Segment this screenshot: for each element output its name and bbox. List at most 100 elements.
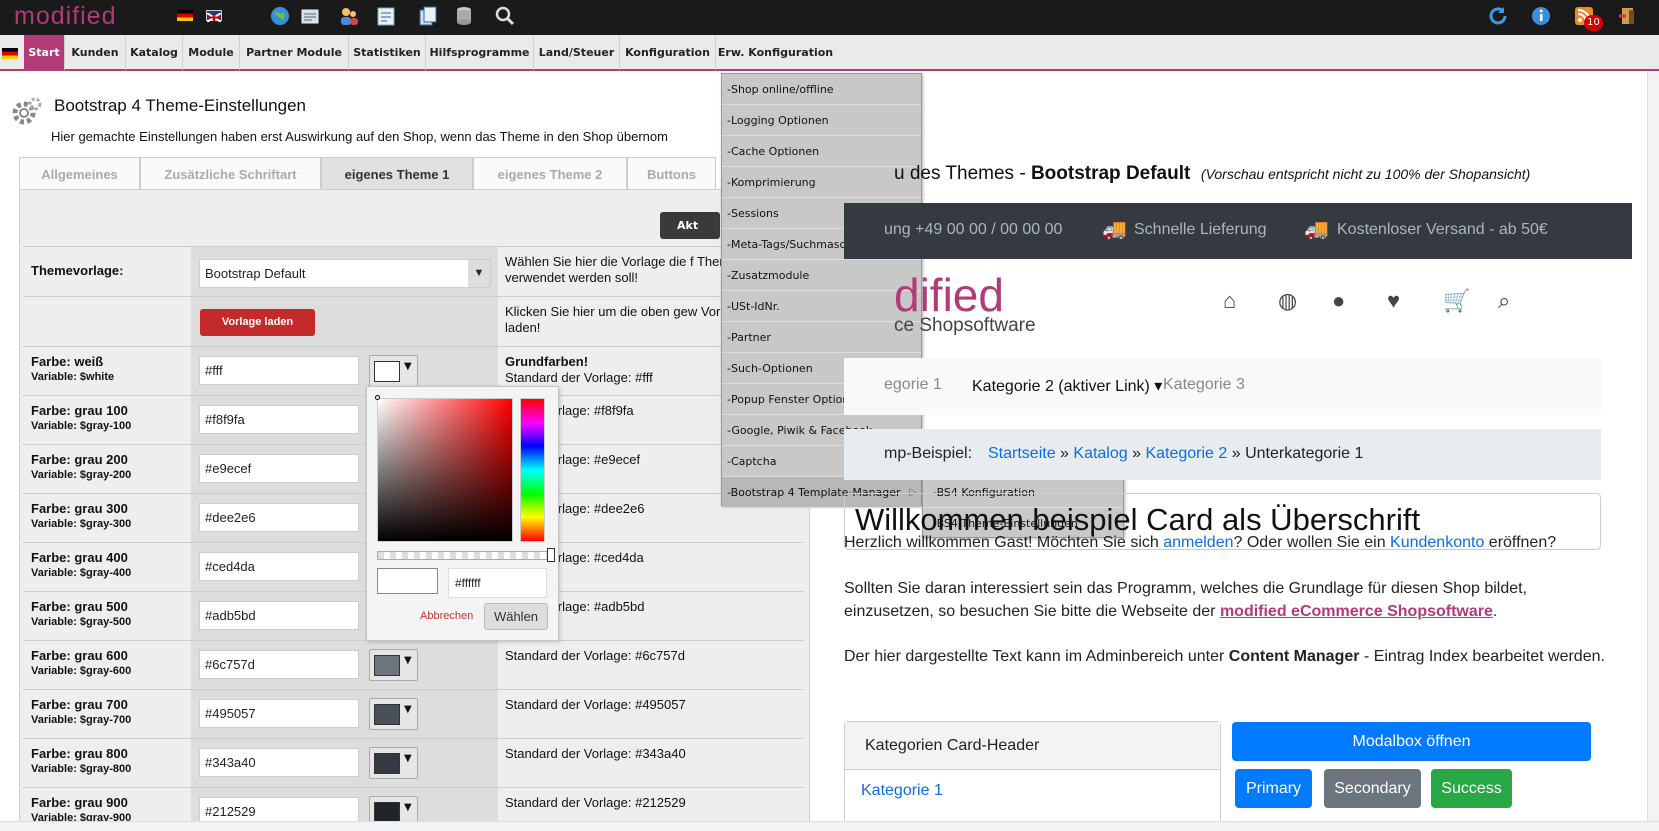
preview-shipping-text: Schnelle Lieferung [1134, 221, 1267, 238]
color-label: Farbe: grau 800 Variable: $gray-800 [23, 739, 191, 787]
success-button[interactable]: Success [1431, 769, 1512, 808]
preview-topbar: ung +49 00 00 / 00 00 00 🚚 Schnelle Lief… [844, 203, 1632, 259]
hue-slider[interactable] [520, 398, 545, 542]
menu-kunden[interactable]: Kunden [65, 35, 126, 70]
primary-button[interactable]: Primary [1235, 769, 1312, 808]
secondary-button[interactable]: Secondary [1324, 769, 1421, 808]
color-swatch-button[interactable]: ▼ [369, 698, 418, 730]
tab-allgemeines[interactable]: Allgemeines [19, 157, 140, 190]
action-button[interactable]: Akt [660, 212, 720, 239]
truck-icon: 🚚 [1304, 219, 1329, 241]
menu-partner-module[interactable]: Partner Module [240, 35, 349, 70]
nav-kategorie-1[interactable]: egorie 1 [884, 376, 942, 394]
nav-kategorie-2[interactable]: Kategorie 2 (aktiver Link) ▾ [972, 376, 1162, 396]
page-title: Bootstrap 4 Theme-Einstellungen [54, 96, 307, 115]
login-link[interactable]: anmelden [1163, 534, 1233, 551]
main-menu: Start Kunden Katalog Module Partner Modu… [0, 35, 1659, 71]
info-icon[interactable] [1529, 4, 1553, 28]
breadcrumb-kategorie-2[interactable]: Kategorie 2 [1145, 445, 1227, 462]
chevron-down-icon: ▼ [404, 704, 412, 715]
logout-icon[interactable] [1616, 4, 1640, 28]
color-value-input[interactable]: #adb5bd [199, 601, 359, 630]
color-value-input[interactable]: #ced4da [199, 552, 359, 581]
load-template-button[interactable]: Vorlage laden [200, 309, 315, 336]
color-value-input[interactable]: #fff [199, 356, 359, 385]
color-value-input[interactable]: #212529 [199, 797, 359, 823]
color-desc: Standard der Vorlage: #212529 [498, 788, 804, 823]
color-row: Farbe: grau 600 Variable: $gray-600 #6c757… [23, 640, 804, 689]
page-note: Hier gemachte Einstellungen haben erst A… [51, 129, 668, 144]
chevron-down-icon: ▼ [404, 753, 412, 764]
theme-template-row: Themevorlage: Bootstrap Default ▼ Wählen… [23, 246, 804, 296]
menu-hilfsprogramme[interactable]: Hilfsprogramme [426, 35, 534, 70]
color-label: Farbe: grau 100 Variable: $gray-100 [23, 396, 191, 444]
de-flag-icon[interactable] [177, 10, 193, 21]
color-swatch-button[interactable]: ▼ [369, 649, 418, 681]
copy-icon[interactable] [416, 4, 440, 28]
menu-konfiguration[interactable]: Konfiguration [620, 35, 716, 70]
breadcrumb: mp-Beispiel: Startseite » Katalog » Kate… [844, 429, 1601, 480]
heart-icon[interactable]: ♥ [1387, 288, 1400, 314]
color-value-input[interactable]: #343a40 [199, 748, 359, 777]
modified-link[interactable]: modified eCommerce Shopsoftware [1220, 603, 1493, 620]
color-value-input[interactable]: #6c757d [199, 650, 359, 679]
user-icon[interactable]: ● [1332, 288, 1345, 314]
logo[interactable]: modified [14, 0, 117, 32]
orders-icon[interactable] [374, 4, 398, 28]
color-value-input[interactable]: #e9ecef [199, 454, 359, 483]
globe-icon[interactable]: ◍ [1278, 288, 1297, 314]
tab-eigenes-theme-1[interactable]: eigenes Theme 1 [321, 157, 473, 190]
color-label: Farbe: grau 600 Variable: $gray-600 [23, 641, 191, 689]
customers-icon[interactable] [337, 4, 361, 28]
color-swatch-button[interactable]: ▼ [369, 747, 418, 779]
color-value-input[interactable]: #f8f9fa [199, 405, 359, 434]
menu-statistiken[interactable]: Statistiken [349, 35, 426, 70]
alpha-handle[interactable] [547, 548, 555, 562]
color-value-input[interactable]: #dee2e6 [199, 503, 359, 532]
vertical-scrollbar[interactable] [1647, 71, 1659, 831]
breadcrumb-katalog[interactable]: Katalog [1073, 445, 1127, 462]
hex-input[interactable]: #ffffff [448, 568, 547, 598]
theme-template-select[interactable]: Bootstrap Default ▼ [199, 259, 491, 288]
tab-eigenes-theme-2[interactable]: eigenes Theme 2 [473, 157, 627, 190]
database-icon[interactable] [452, 4, 476, 28]
modal-button[interactable]: Modalbox öffnen [1232, 722, 1591, 761]
alpha-slider[interactable] [377, 551, 553, 560]
preview-logo: dified [894, 269, 1004, 321]
categories-card-item[interactable]: Kategorie 1 [845, 770, 1220, 812]
breadcrumb-startseite[interactable]: Startseite [988, 445, 1056, 462]
preview-nav: egorie 1 Kategorie 2 (aktiver Link) ▾ Ka… [844, 358, 1601, 415]
de-flag-icon[interactable] [2, 48, 18, 59]
menu-start[interactable]: Start [24, 35, 65, 70]
search-icon[interactable] [493, 4, 517, 28]
tab-zusaetzliche-schriftart[interactable]: Zusätzliche Schriftart [140, 157, 321, 190]
uk-flag-icon[interactable] [206, 10, 222, 23]
horizontal-scrollbar[interactable] [0, 821, 1659, 831]
gear-icon [10, 96, 43, 129]
tab-buttons[interactable]: Buttons [627, 157, 716, 190]
color-value-input[interactable]: #495057 [199, 699, 359, 728]
choose-button[interactable]: Wählen [484, 603, 548, 630]
nav-kategorie-3[interactable]: Kategorie 3 [1163, 376, 1245, 394]
saturation-handle[interactable] [375, 395, 380, 400]
search-icon[interactable]: ⌕ [1498, 288, 1510, 314]
newsletter-icon[interactable] [298, 4, 322, 28]
menu-land-steuer[interactable]: Land/Steuer [534, 35, 620, 70]
preview-free-shipping-text: Kostenloser Versand - ab 50€ [1337, 221, 1548, 238]
color-label: Farbe: grau 300 Variable: $gray-300 [23, 494, 191, 542]
saturation-area[interactable] [377, 398, 513, 542]
cart-icon[interactable]: 🛒 [1443, 288, 1470, 314]
home-icon[interactable]: ⌂ [1223, 288, 1236, 314]
color-swatch-button[interactable]: ▼ [369, 355, 418, 387]
color-swatch-button[interactable]: ▼ [369, 796, 418, 823]
menu-erw-konfiguration[interactable]: Erw. Konfiguration [716, 35, 835, 70]
refresh-icon[interactable] [1486, 4, 1510, 28]
color-swatch [374, 655, 400, 676]
color-desc: Standard der Vorlage: #495057 [498, 690, 804, 738]
color-label: Farbe: grau 400 Variable: $gray-400 [23, 543, 191, 591]
account-link[interactable]: Kundenkonto [1390, 534, 1484, 551]
cancel-button[interactable]: Abbrechen [420, 610, 473, 622]
globe-icon[interactable] [268, 4, 292, 28]
menu-katalog[interactable]: Katalog [126, 35, 183, 70]
menu-module[interactable]: Module [183, 35, 240, 70]
